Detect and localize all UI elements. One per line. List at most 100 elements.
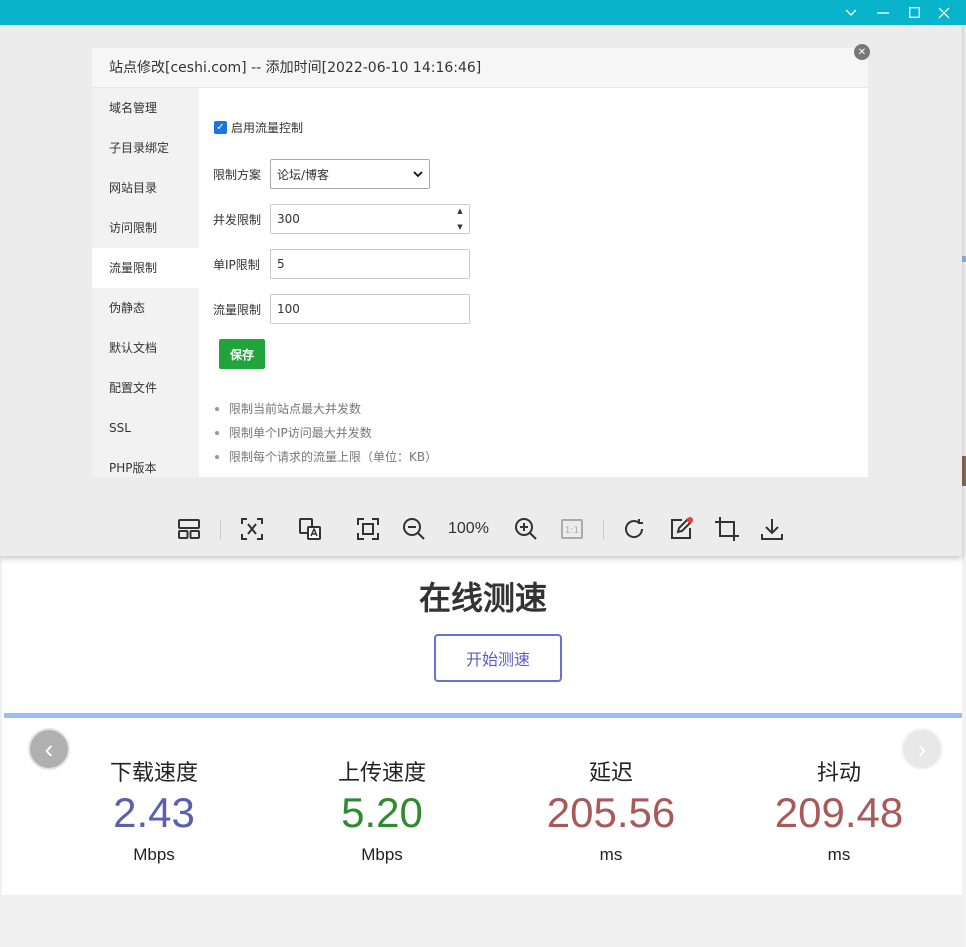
metric-unit: Mbps [133, 845, 175, 864]
crop-icon [715, 517, 739, 541]
translate-button[interactable] [295, 514, 325, 544]
tip-item: 限制每个请求的流量上限（单位：KB） [215, 445, 437, 469]
close-icon: ✕ [857, 46, 867, 58]
fit-screen-button[interactable] [353, 514, 383, 544]
svg-text:1:1: 1:1 [565, 526, 579, 536]
chevron-left-icon: ‹ [44, 733, 54, 764]
minimize-button[interactable] [868, 0, 898, 25]
zoom-out-icon [403, 518, 425, 540]
collapse-button[interactable] [836, 0, 866, 25]
save-button[interactable]: 保存 [219, 339, 265, 369]
tip-text: 限制单个IP访问最大并发数 [229, 426, 372, 440]
traffic-limit-panel: ✓ 启用流量控制 限制方案 论坛/博客 并发限制 300 ▲ ▼ 单IP限制 5… [199, 88, 868, 477]
metric-value: 2.43 [113, 789, 195, 836]
tip-item: 限制单个IP访问最大并发数 [215, 421, 437, 445]
metric-value: 205.56 [546, 789, 676, 836]
titlebar [0, 0, 966, 25]
toolbar-separator [220, 520, 221, 540]
tip-text: 限制每个请求的流量上限（单位：KB） [229, 450, 438, 464]
crop-button[interactable] [712, 514, 742, 544]
dialog-title: 站点修改[ceshi.com] -- 添加时间[2022-06-10 14:16… [92, 48, 868, 88]
start-speedtest-button[interactable]: 开始测速 [434, 634, 562, 682]
sidebar-item-access-limit[interactable]: 访问限制 [92, 208, 199, 248]
metric-upload: 上传速度 5.20 Mbps [282, 755, 482, 865]
close-window-button[interactable] [929, 0, 959, 25]
edit-button[interactable] [666, 514, 696, 544]
tip-text: 限制当前站点最大并发数 [229, 402, 362, 416]
sidebar-item-default-doc[interactable]: 默认文档 [92, 328, 199, 368]
background-window-edge [962, 0, 966, 947]
background-accent [962, 256, 966, 262]
sidebar-item-php[interactable]: PHP版本 [92, 448, 199, 477]
actual-size-icon: 1:1 [561, 519, 583, 539]
traffic-input[interactable]: 100 [270, 294, 470, 324]
concurrency-input[interactable]: 300 ▲ ▼ [270, 204, 470, 234]
divider-bar [4, 713, 966, 718]
per-ip-value: 5 [277, 257, 285, 271]
zoom-in-icon [515, 518, 537, 540]
number-spinner[interactable]: ▲ ▼ [453, 207, 467, 231]
chevron-down-icon [845, 9, 857, 16]
toolbar-separator [603, 520, 604, 540]
minimize-icon [877, 11, 889, 14]
bullet-icon [215, 407, 219, 411]
background-accent [962, 456, 966, 486]
spin-up-icon[interactable]: ▲ [457, 207, 462, 215]
tip-item: 限制当前站点最大并发数 [215, 397, 437, 421]
metric-download: 下载速度 2.43 Mbps [54, 755, 254, 865]
image-viewer-window: 站点修改[ceshi.com] -- 添加时间[2022-06-10 14:16… [0, 0, 966, 556]
metric-label: 抖动 [816, 761, 861, 786]
per-ip-input[interactable]: 5 [270, 249, 470, 279]
zoom-out-button[interactable] [399, 514, 429, 544]
per-ip-row: 单IP限制 5 [213, 249, 470, 279]
dialog-sidebar: 域名管理 子目录绑定 网站目录 访问限制 流量限制 伪静态 默认文档 配置文件 … [92, 88, 199, 477]
actual-size-button[interactable]: 1:1 [557, 514, 587, 544]
metric-unit: ms [599, 845, 623, 864]
maximize-icon [908, 7, 920, 18]
sidebar-item-rewrite[interactable]: 伪静态 [92, 288, 199, 328]
ocr-button[interactable] [237, 514, 267, 544]
traffic-row: 流量限制 100 [213, 294, 470, 324]
traffic-label: 流量限制 [213, 302, 262, 317]
sidebar-item-config[interactable]: 配置文件 [92, 368, 199, 408]
scheme-row: 限制方案 论坛/博客 [213, 159, 430, 189]
metric-value: 5.20 [341, 789, 423, 836]
concurrency-row: 并发限制 300 ▲ ▼ [213, 204, 470, 234]
scheme-select[interactable]: 论坛/博客 [270, 159, 430, 189]
edit-icon [671, 517, 693, 539]
rotate-button[interactable] [619, 514, 649, 544]
tips-list: 限制当前站点最大并发数 限制单个IP访问最大并发数 限制每个请求的流量上限（单位… [215, 397, 437, 469]
zoom-level: 100% [448, 520, 489, 537]
sidebar-item-domain[interactable]: 域名管理 [92, 88, 199, 128]
concurrency-value: 300 [277, 212, 300, 226]
download-icon [761, 519, 783, 540]
enable-traffic-control: ✓ 启用流量控制 [214, 119, 303, 136]
metric-value: 209.48 [774, 789, 904, 836]
dialog-close-button[interactable]: ✕ [854, 44, 870, 60]
enable-traffic-checkbox[interactable]: ✓ [214, 121, 227, 134]
scheme-value: 论坛/博客 [277, 167, 330, 182]
sidebar-item-traffic-limit[interactable]: 流量限制 [92, 248, 199, 288]
maximize-button[interactable] [899, 0, 929, 25]
metric-unit: ms [827, 845, 851, 864]
spin-down-icon[interactable]: ▼ [457, 223, 462, 231]
metric-unit: Mbps [361, 845, 403, 864]
bullet-icon [215, 431, 219, 435]
translate-icon [299, 518, 321, 540]
check-icon: ✓ [216, 122, 225, 133]
rotate-icon [625, 519, 644, 538]
zoom-in-button[interactable] [511, 514, 541, 544]
metric-label: 下载速度 [109, 761, 198, 786]
layout-icon [178, 519, 200, 539]
per-ip-label: 单IP限制 [213, 257, 260, 272]
layout-button[interactable] [174, 514, 204, 544]
sidebar-item-ssl[interactable]: SSL [92, 408, 199, 448]
site-edit-dialog: 站点修改[ceshi.com] -- 添加时间[2022-06-10 14:16… [92, 44, 870, 477]
chevron-down-icon [413, 170, 423, 177]
sidebar-item-subdir[interactable]: 子目录绑定 [92, 128, 199, 168]
sidebar-item-site-dir[interactable]: 网站目录 [92, 168, 199, 208]
enable-traffic-label: 启用流量控制 [231, 121, 304, 135]
download-button[interactable] [757, 514, 787, 544]
bullet-icon [215, 455, 219, 459]
close-icon [938, 7, 950, 18]
